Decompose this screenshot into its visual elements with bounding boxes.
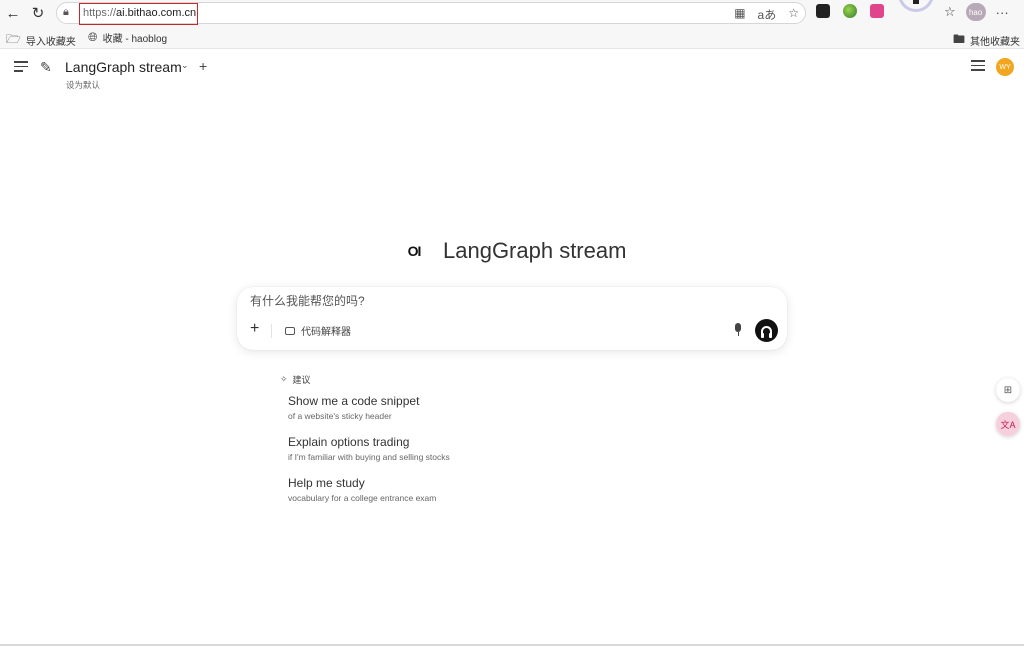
extension-overlay-icon[interactable]: [898, 0, 934, 12]
sparkle-icon: ✧: [280, 374, 288, 384]
hero-title: LangGraph stream: [443, 238, 627, 263]
more-menu-icon[interactable]: ···: [996, 5, 1009, 20]
suggestion-item[interactable]: Explain options trading if I'm familiar …: [288, 435, 450, 462]
url-host: ai.bithao.com.cn: [116, 7, 197, 19]
suggestion-title: Show me a code snippet: [288, 394, 420, 408]
bookmark-other[interactable]: 🖿︎ 其他收藏夹: [953, 30, 1020, 51]
microphone-icon[interactable]: [734, 323, 742, 337]
lock-icon[interactable]: 🔒︎: [63, 6, 69, 19]
chat-input-box: + 代码解释器: [237, 287, 787, 350]
browser-right-actions: ☆ hao ···: [944, 3, 1009, 21]
profile-avatar[interactable]: hao: [965, 3, 986, 21]
bookmark-label: 导入收藏夹: [25, 37, 76, 48]
suggestion-title: Help me study: [288, 476, 365, 490]
new-chat-edit-icon[interactable]: ✎: [40, 59, 52, 76]
app-header: ✎ LangGraph stream ⌄ + 设为默认 WY: [0, 49, 1024, 95]
model-selector[interactable]: LangGraph stream: [65, 59, 182, 75]
extension-dark-icon[interactable]: [816, 4, 830, 18]
suggestion-subtitle: vocabulary for a college entrance exam: [288, 493, 437, 503]
chevron-down-icon[interactable]: ⌄: [181, 60, 189, 71]
folder-icon: 🖿︎: [953, 32, 966, 46]
translate-float-button[interactable]: 文A: [996, 412, 1020, 436]
bookmark-haoblog[interactable]: 🌐︎ 收藏 - haoblog: [88, 30, 167, 45]
terminal-icon: [285, 326, 295, 335]
translate-icon: 文A: [1000, 419, 1016, 430]
menu-icon[interactable]: [14, 61, 28, 75]
user-avatar[interactable]: WY: [996, 58, 1014, 76]
back-arrow-icon[interactable]: ←: [4, 4, 22, 22]
grid-plus-icon: ⊞: [1003, 384, 1013, 396]
url-protocol: https://: [83, 7, 117, 19]
code-interpreter-label: 代码解释器: [301, 327, 351, 338]
hero-section: OI LangGraph stream: [401, 238, 627, 264]
code-interpreter-toggle[interactable]: 代码解释器: [285, 323, 351, 338]
bookmark-import[interactable]: 🗁︎ 导入收藏夹: [6, 30, 76, 51]
bookmark-label: 收藏 - haoblog: [102, 34, 168, 45]
suggestions-label: 建议: [292, 375, 311, 385]
split-screen-icon[interactable]: ▦: [734, 6, 745, 23]
favorite-star-icon[interactable]: ☆: [788, 6, 799, 23]
refresh-icon[interactable]: ↻: [29, 4, 47, 22]
extension-globe-icon[interactable]: [843, 4, 857, 18]
apps-grid-button[interactable]: ⊞: [996, 378, 1020, 402]
suggestion-subtitle: of a website's sticky header: [288, 411, 392, 421]
suggestion-item[interactable]: Show me a code snippet of a website's st…: [288, 394, 419, 421]
voice-call-button[interactable]: [755, 319, 778, 342]
divider: [271, 324, 272, 338]
browser-toolbar: ← ↻ 🔒︎ https://ai.bithao.com.cn ▦ aあ ☆ ☆…: [0, 0, 1024, 49]
import-folder-icon: 🗁︎: [6, 32, 21, 46]
translate-icon[interactable]: aあ: [758, 6, 777, 23]
bookmarks-bar: 🗁︎ 导入收藏夹 🌐︎ 收藏 - haoblog 🖿︎ 其他收藏夹: [0, 28, 1024, 48]
controls-sliders-icon[interactable]: [971, 60, 985, 74]
suggestion-title: Explain options trading: [288, 435, 410, 449]
suggestion-item[interactable]: Help me study vocabulary for a college e…: [288, 476, 436, 503]
headphone-icon: [761, 326, 772, 338]
model-logo: OI: [407, 243, 422, 259]
set-default-link[interactable]: 设为默认: [66, 79, 100, 91]
attach-plus-icon[interactable]: +: [250, 320, 259, 338]
suggestions-heading: ✧ 建议: [280, 373, 311, 386]
address-bar[interactable]: 🔒︎ https://ai.bithao.com.cn ▦ aあ ☆: [56, 2, 806, 25]
bookmark-label: 其他收藏夹: [970, 37, 1021, 48]
add-model-icon[interactable]: +: [199, 58, 207, 74]
address-bar-actions: ▦ aあ ☆: [734, 6, 799, 23]
favorites-list-icon[interactable]: ☆: [944, 4, 956, 20]
globe-icon: 🌐︎: [88, 30, 98, 44]
extension-translate-icon[interactable]: [870, 4, 884, 18]
suggestion-subtitle: if I'm familiar with buying and selling …: [288, 452, 450, 462]
url-highlight-box[interactable]: https://ai.bithao.com.cn: [79, 3, 198, 25]
extensions-bar: [816, 4, 884, 18]
chat-input[interactable]: [250, 294, 730, 308]
